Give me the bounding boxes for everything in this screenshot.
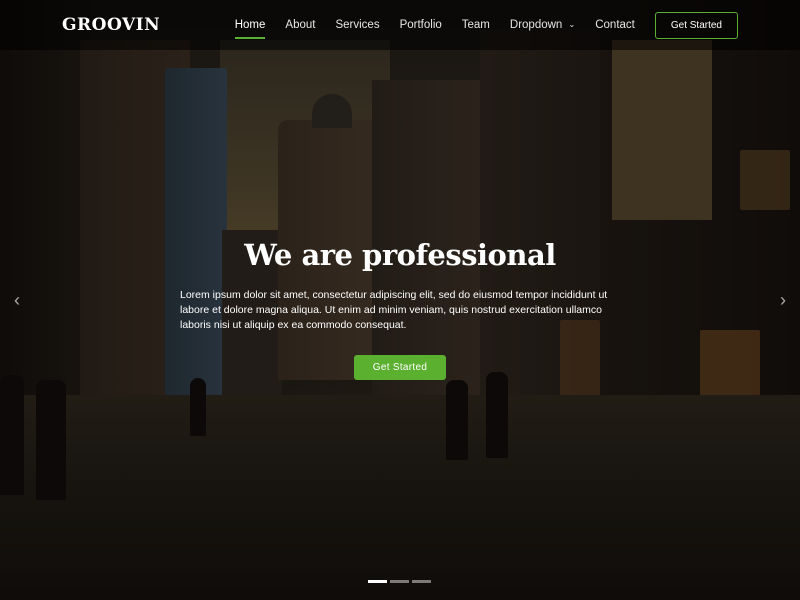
carousel-indicators [368, 580, 434, 583]
hero-description: Lorem ipsum dolor sit amet, consectetur … [180, 289, 608, 331]
chevron-left-icon[interactable]: ‹ [14, 290, 20, 311]
carousel-indicator[interactable] [368, 580, 387, 583]
carousel-indicator[interactable] [390, 580, 409, 583]
hero-content: We are professional Lorem ipsum dolor si… [180, 238, 620, 380]
carousel-indicator[interactable] [412, 580, 431, 583]
nav-dropdown-label: Dropdown [509, 19, 563, 31]
chevron-down-icon: ⌄ [568, 20, 576, 29]
site-logo[interactable]: GROOVIN [62, 15, 160, 35]
hero-get-started-button[interactable]: Get Started [353, 355, 447, 380]
nav-about[interactable]: About [285, 13, 315, 37]
nav-services[interactable]: Services [335, 13, 379, 37]
header-get-started-button[interactable]: Get Started [654, 11, 738, 39]
site-header: GROOVIN Home About Services Portfolio Te… [0, 0, 800, 50]
chevron-right-icon[interactable]: › [780, 290, 786, 311]
nav-team[interactable]: Team [462, 13, 490, 37]
nav-home[interactable]: Home [234, 13, 265, 39]
nav-dropdown[interactable]: Dropdown ⌄ [510, 13, 575, 37]
nav-contact[interactable]: Contact [595, 13, 635, 37]
nav-portfolio[interactable]: Portfolio [400, 13, 442, 37]
main-nav: Home About Services Portfolio Team Dropd… [215, 11, 738, 39]
hero-title: We are professional [244, 238, 556, 272]
